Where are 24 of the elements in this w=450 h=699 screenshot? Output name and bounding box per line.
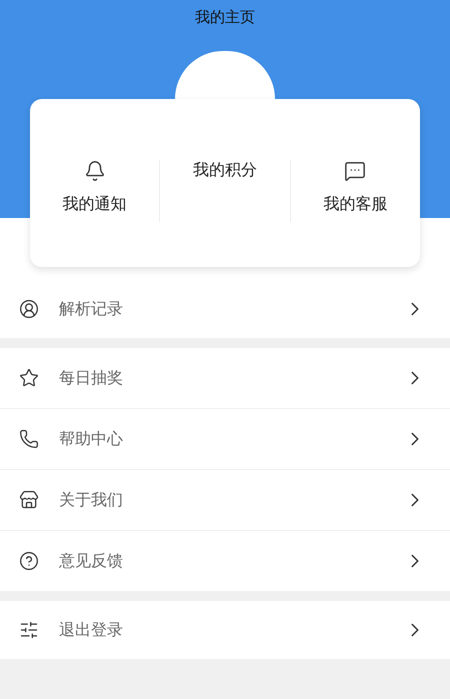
stat-label[interactable]: 我的客服 xyxy=(323,194,388,214)
menu-label: 帮助中心 xyxy=(59,428,124,450)
help-icon xyxy=(19,551,39,571)
menu-label: 解析记录 xyxy=(59,298,124,320)
sliders-icon xyxy=(19,620,39,640)
page-title: 我的主页 xyxy=(195,7,255,27)
star-icon xyxy=(19,368,39,388)
menu-label: 关于我们 xyxy=(59,490,124,510)
user-icon xyxy=(19,299,39,319)
menu-item[interactable]: 解析记录 xyxy=(0,280,450,338)
menu-item[interactable]: 意见反馈 xyxy=(0,530,450,591)
menu-item[interactable]: 退出登录 xyxy=(0,601,450,659)
store-icon xyxy=(19,490,39,510)
menu-item[interactable]: 每日抽奖 xyxy=(0,348,450,408)
phone-icon xyxy=(19,429,39,449)
menu-label: 退出登录 xyxy=(59,620,124,640)
stat-label[interactable]: 我的通知 xyxy=(62,194,127,214)
menu-item[interactable]: 帮助中心 xyxy=(0,408,450,469)
menu-item[interactable]: 关于我们 xyxy=(0,469,450,530)
chat-icon xyxy=(344,160,366,182)
stat-label[interactable]: 我的积分 xyxy=(192,160,257,180)
menu-label: 意见反馈 xyxy=(59,550,124,572)
menu-label: 每日抽奖 xyxy=(59,368,124,388)
bell-icon xyxy=(84,160,106,182)
